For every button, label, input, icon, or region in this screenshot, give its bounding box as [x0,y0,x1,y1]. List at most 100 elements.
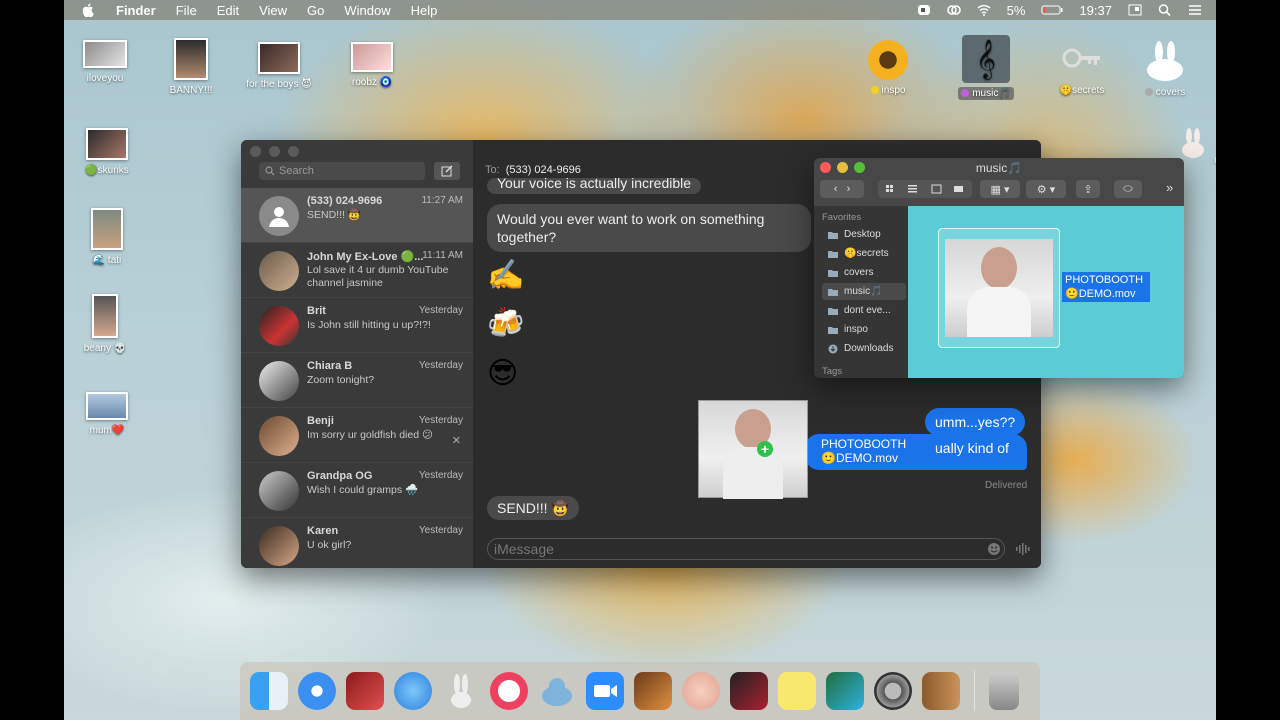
conversation-item[interactable]: John My Ex-Love 🟢... 11:11 AM Lol save i… [241,243,473,298]
toolbar-overflow-icon[interactable]: » [1166,180,1173,195]
menu-file[interactable]: File [176,3,197,18]
menu-go[interactable]: Go [307,3,324,18]
message-bubble-incoming: SEND!!! 🤠 [487,496,579,520]
person-icon [269,207,289,227]
messages-dock-icon[interactable] [394,672,432,710]
tag-button[interactable]: ⬭ [1114,180,1142,198]
desktop-icon-banny[interactable]: BANNY!!! [146,38,236,97]
desktop-icon-roobz[interactable]: roobz 🧿 [327,42,417,89]
menu-window[interactable]: Window [344,3,390,18]
message-input[interactable]: iMessage [487,538,1005,560]
desktop-icon-music[interactable]: 𝄞 music🎵 [941,35,1031,100]
conversation-item[interactable]: Benji Yesterday Im sorry ur goldfish die… [241,408,473,463]
group-button[interactable]: ▦ ▾ [980,180,1020,198]
sidebar-item-inspo[interactable]: inspo [822,321,906,338]
desktop-icon-mum[interactable]: mum❤️ [64,392,152,437]
action-gear-button[interactable]: ⚙ ▾ [1026,180,1066,198]
conversation-item[interactable]: Brit Yesterday Is John still hitting u u… [241,298,473,353]
screen-record-icon[interactable] [917,4,931,16]
compose-icon [441,165,453,177]
clock[interactable]: 19:37 [1079,3,1112,18]
desktop-icon-skunks[interactable]: 🟢skunks [64,128,152,177]
view-mode-buttons[interactable] [878,180,972,198]
bunny-icon [451,674,471,708]
message-bubble-outgoing: umm...yes?? [925,408,1026,436]
zoom-dock-icon[interactable] [586,672,624,710]
zoom-button[interactable] [288,146,299,157]
compose-button[interactable] [434,162,460,180]
downloads-icon [828,344,838,353]
close-icon[interactable]: ✕ [452,434,461,447]
contacts-dock-icon[interactable] [922,672,960,710]
finder-window: music🎵 ‹ › ▦ ▾ ⚙ ▾ ⇪ ⬭ » Favorites Deskt… [814,158,1184,378]
notification-center-icon[interactable] [1188,4,1202,16]
safari-dock-icon[interactable] [298,672,336,710]
dragged-file-label: PHOTOBOOTH 🙂DEMO.mov [818,436,910,466]
seal-icon [542,678,572,706]
spotlight-search-icon[interactable] [1158,4,1172,16]
minimize-button[interactable] [269,146,280,157]
face-app-dock-icon[interactable] [682,672,720,710]
recipient-line: To: (533) 024-9696 [485,164,581,176]
preview-dock-icon[interactable] [826,672,864,710]
close-button[interactable] [250,146,261,157]
seal-app-dock-icon[interactable] [538,672,576,710]
share-button[interactable]: ⇪ [1076,180,1100,198]
desktop-icon-secrets[interactable]: 🤫secrets [1037,40,1127,97]
conversation-item[interactable]: Karen Yesterday U ok girl? [241,518,473,568]
beer-mugs-emoji: 🍻 [487,307,525,340]
conversation-item[interactable]: Grandpa OG Yesterday Wish I could gramps… [241,463,473,518]
menu-bar: Finder File Edit View Go Window Help 5% … [64,0,1216,20]
desktop-icon-covers[interactable]: covers [1120,40,1210,99]
conversation-item[interactable]: (533) 024-9696 11:27 AM SEND!!! 🤠 [241,188,473,243]
display-icon[interactable] [1128,4,1142,16]
photo-booth-alt-dock-icon[interactable] [730,672,768,710]
desktop-icon-for-the-boys[interactable]: for the boys 😈 [234,42,324,91]
message-bubble-incoming: Your voice is actually incredible [487,178,702,194]
finder-sidebar: Favorites Desktop 🤫secrets covers music🎵… [814,206,908,378]
file-icon-photobooth-demo[interactable] [938,228,1060,348]
photo-booth-dock-icon[interactable] [346,672,384,710]
finder-toolbar: music🎵 ‹ › ▦ ▾ ⚙ ▾ ⇪ ⬭ » [814,158,1184,206]
menu-view[interactable]: View [259,3,287,18]
battery-icon[interactable] [1041,4,1063,16]
file-name-label[interactable]: PHOTOBOOTH 🙂DEMO.mov [1062,272,1150,302]
menu-help[interactable]: Help [411,3,438,18]
system-preferences-dock-icon[interactable] [874,672,912,710]
finder-dock-icon[interactable] [250,672,288,710]
sidebar-item-music[interactable]: music🎵 [822,283,906,300]
apple-menu-icon[interactable] [82,3,94,17]
music-dock-icon[interactable] [490,672,528,710]
sidebar-item-downloads[interactable]: Downloads [822,340,906,357]
treble-clef-icon: 𝄞 [962,35,1010,83]
trash-dock-icon[interactable] [989,672,1019,710]
menu-edit[interactable]: Edit [217,3,239,18]
desktop-icon-tati[interactable]: 🌊 tati [64,208,152,267]
sidebar-item-secrets[interactable]: 🤫secrets [822,245,906,262]
emoji-picker-icon[interactable] [987,542,1001,556]
wifi-icon[interactable] [977,4,991,16]
sidebar-item-dont-eve[interactable]: dont eve... [822,302,906,319]
desktop-icon-iloveyou[interactable]: iloveyou [64,40,150,85]
shirt-photo [723,447,783,499]
creative-cloud-icon[interactable] [946,4,961,16]
back-forward-buttons[interactable]: ‹ › [820,180,864,198]
conversation-item[interactable]: Chiara B Yesterday Zoom tonight? [241,353,473,408]
avatar [259,361,299,401]
sidebar-item-covers[interactable]: covers [822,264,906,281]
desktop-icon-beany[interactable]: beany 💀 [64,294,150,355]
garageband-dock-icon[interactable] [634,672,672,710]
view-icons [886,184,963,194]
search-input[interactable]: Search [259,162,425,180]
sidebar-item-desktop[interactable]: Desktop [822,226,906,243]
desktop-icon-inspo[interactable]: inspo [843,40,933,97]
audio-message-icon[interactable] [1015,542,1031,556]
person-photo [981,247,1017,289]
battery-percent: 5% [1006,2,1026,18]
bunny-app-dock-icon[interactable] [442,672,480,710]
shirt-photo [967,287,1031,337]
video-camera-icon [594,685,617,697]
menu-app-name[interactable]: Finder [116,3,156,18]
stickies-dock-icon[interactable] [778,672,816,710]
dragged-video-thumbnail[interactable]: + [698,400,808,499]
